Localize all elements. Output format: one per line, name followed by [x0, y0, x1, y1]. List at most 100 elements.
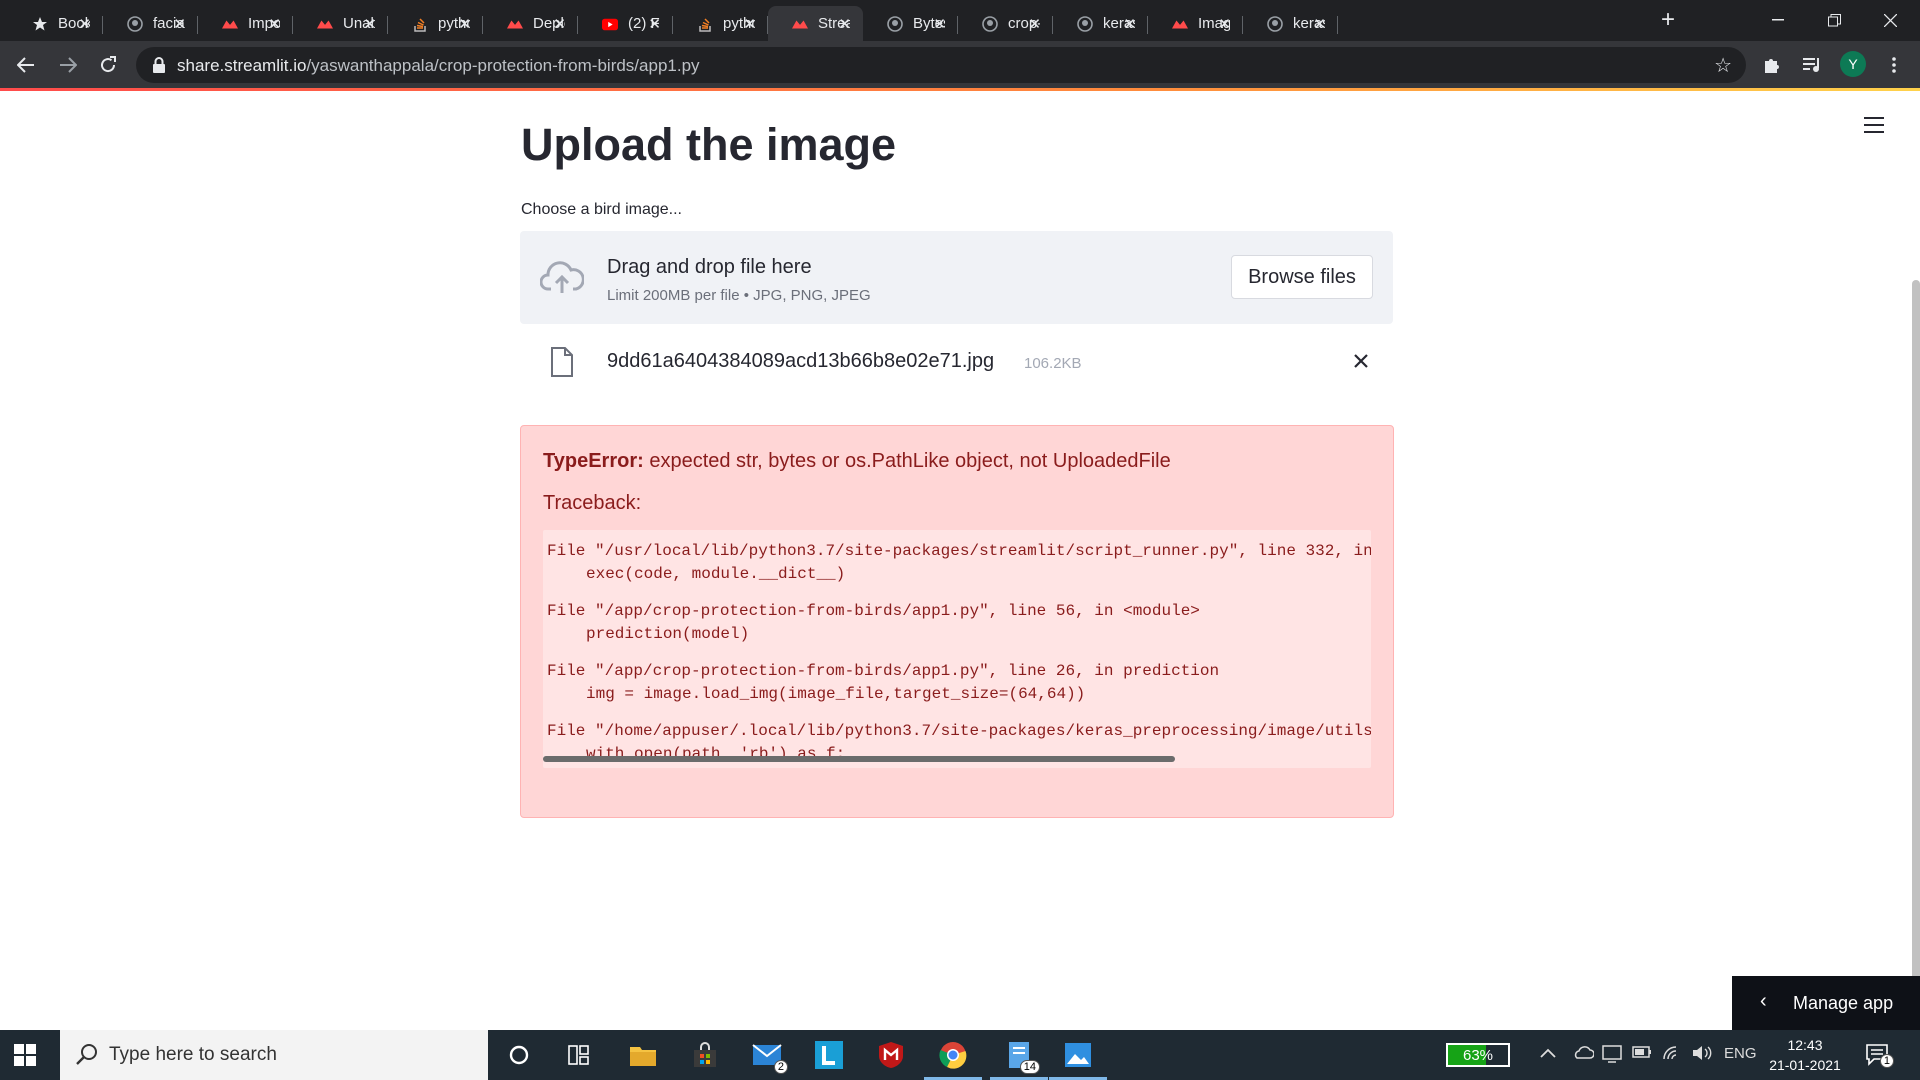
taskbar-app-l[interactable]	[800, 1030, 858, 1080]
page-scrollbar[interactable]	[1912, 280, 1920, 1040]
browser-tab[interactable]: Imag ✕	[1148, 6, 1243, 41]
file-dropzone[interactable]: Drag and drop file here Limit 200MB per …	[520, 231, 1393, 324]
task-view-icon	[568, 1045, 589, 1065]
tab-close-icon[interactable]: ✕	[78, 15, 91, 33]
page-title: Upload the image	[521, 119, 897, 170]
volume-tray-button[interactable]	[1692, 1045, 1712, 1065]
cortana-icon	[509, 1045, 529, 1065]
app-menu-button[interactable]	[1864, 117, 1884, 133]
browser-tab[interactable]: (2) Fr✕	[578, 6, 673, 41]
taskbar-app-chrome[interactable]	[924, 1030, 982, 1080]
onedrive-tray-button[interactable]	[1572, 1045, 1595, 1063]
minimize-button[interactable]	[1750, 0, 1806, 40]
star-icon	[32, 16, 48, 32]
chevron-up-icon	[1540, 1048, 1556, 1058]
browser-tab[interactable]: Bookmarks✕	[8, 6, 103, 41]
puzzle-icon	[1765, 59, 1779, 73]
tab-close-icon[interactable]: ✕	[1028, 15, 1041, 33]
l-app-icon	[815, 1041, 843, 1069]
traceback-scrollbar[interactable]	[543, 756, 1175, 762]
extensions-button[interactable]	[1756, 49, 1788, 81]
browser-tab[interactable]: keras✕	[1243, 6, 1338, 41]
taskbar-app-mcafee[interactable]	[862, 1030, 920, 1080]
traceback-line: prediction(model)	[586, 625, 750, 643]
reload-button[interactable]	[92, 49, 124, 81]
search-icon	[76, 1044, 97, 1065]
manage-app-button[interactable]: ‹ Manage app	[1732, 976, 1920, 1030]
traceback-code[interactable]: File "/usr/local/lib/python3.7/site-pack…	[543, 530, 1371, 768]
browser-tab[interactable]: Bytes✕	[863, 6, 958, 41]
minimize-icon	[1772, 19, 1784, 21]
traceback-frame: File "/app/crop-protection-from-birds/ap…	[547, 662, 1219, 703]
tab-close-icon[interactable]: ✕	[1218, 15, 1231, 33]
action-center-button[interactable]: 1	[1866, 1044, 1894, 1068]
browser-tab[interactable]: pytho✕	[388, 6, 483, 41]
store-icon	[694, 1042, 716, 1067]
back-button[interactable]	[10, 49, 42, 81]
tab-close-icon[interactable]: ✕	[363, 15, 376, 33]
show-hidden-icons-button[interactable]	[1540, 1045, 1556, 1062]
uploaded-file-size: 106.2KB	[1024, 355, 1082, 372]
power-tray-button[interactable]	[1632, 1045, 1652, 1063]
browser-tab[interactable]: keras✕	[1053, 6, 1148, 41]
system-clock[interactable]: 12:43 21-01-2021	[1760, 1035, 1850, 1075]
tab-close-icon[interactable]: ✕	[743, 15, 756, 33]
taskbar-app-file-explorer[interactable]	[614, 1030, 672, 1080]
tab-close-icon[interactable]: ✕	[933, 15, 946, 33]
taskbar-app-explorer-windows[interactable]: 14	[990, 1030, 1048, 1080]
address-bar[interactable]: share.streamlit.io/yaswanthappala/crop-p…	[136, 47, 1746, 83]
uploaded-file-name: 9dd61a6404384089acd13b66b8e02e71.jpg	[607, 350, 995, 372]
explorer-badge: 14	[1019, 1060, 1040, 1074]
tab-close-icon[interactable]: ✕	[458, 15, 471, 33]
new-tab-button[interactable]: +	[1656, 6, 1680, 34]
profile-avatar[interactable]: Y	[1840, 51, 1866, 77]
photos-icon	[1065, 1043, 1091, 1067]
task-view-button[interactable]	[550, 1030, 608, 1080]
browser-tab[interactable]: pytho✕	[673, 6, 768, 41]
language-indicator[interactable]: ENG	[1724, 1045, 1757, 1062]
taskbar-app-mail[interactable]: 2	[738, 1030, 796, 1080]
traceback-line: img = image.load_img(image_file,target_s…	[586, 685, 1086, 703]
tray-app-button[interactable]	[1602, 1045, 1622, 1067]
browser-menu-button[interactable]	[1878, 49, 1910, 81]
tab-close-icon[interactable]: ✕	[173, 15, 186, 33]
tab-close-icon[interactable]: ✕	[648, 15, 661, 33]
bookmark-star-icon[interactable]: ☆	[1714, 53, 1732, 78]
stackoverflow-icon	[697, 16, 713, 32]
url-text: share.streamlit.io/yaswanthappala/crop-p…	[177, 56, 700, 76]
chevron-left-icon: ‹	[1760, 990, 1767, 1012]
browser-tab[interactable]: facial ✕	[103, 6, 198, 41]
browser-tab[interactable]: Import✕	[198, 6, 293, 41]
taskbar-app-store[interactable]	[676, 1030, 734, 1080]
error-box: TypeError: expected str, bytes or os.Pat…	[520, 425, 1394, 818]
close-icon	[1354, 354, 1368, 368]
windows-start-icon[interactable]	[14, 1044, 36, 1066]
battery-icon	[1632, 1046, 1651, 1058]
browse-files-button[interactable]: Browse files	[1231, 255, 1373, 299]
tab-close-icon[interactable]: ✕	[268, 15, 281, 33]
remove-file-button[interactable]	[1348, 348, 1374, 374]
tab-close-icon[interactable]: ✕	[553, 15, 566, 33]
media-control-button[interactable]	[1796, 49, 1828, 81]
battery-percent: 63%	[1462, 1047, 1494, 1064]
browser-tab-strip: Bookmarks✕facial✕Import✕Unab✕pytho✕Deplo…	[0, 0, 1920, 41]
taskbar-app-photos[interactable]	[1049, 1030, 1107, 1080]
battery-indicator[interactable]: 63%	[1446, 1043, 1510, 1067]
dropzone-limit: Limit 200MB per file • JPG, PNG, JPEG	[607, 287, 871, 304]
taskbar-search-box[interactable]: Type here to search	[60, 1030, 488, 1080]
close-window-button[interactable]	[1862, 0, 1918, 40]
browser-tab[interactable]: Deplo✕	[483, 6, 578, 41]
browser-tab[interactable]: Unab ✕	[293, 6, 388, 41]
github-icon	[1077, 16, 1093, 32]
network-tray-button[interactable]	[1662, 1045, 1682, 1065]
tab-close-icon[interactable]: ✕	[1313, 15, 1326, 33]
browser-tab[interactable]: Strea ✕	[768, 6, 863, 41]
tab-close-icon[interactable]: ✕	[1123, 15, 1136, 33]
forward-button[interactable]	[52, 49, 84, 81]
restore-button[interactable]	[1806, 0, 1862, 40]
arrow-left-icon	[17, 57, 34, 73]
cortana-button[interactable]	[490, 1030, 548, 1080]
traceback-file: File "/home/appuser/.local/lib/python3.7…	[547, 722, 1371, 740]
browser-tab[interactable]: crop- ✕	[958, 6, 1053, 41]
tab-close-icon[interactable]: ✕	[838, 15, 851, 33]
